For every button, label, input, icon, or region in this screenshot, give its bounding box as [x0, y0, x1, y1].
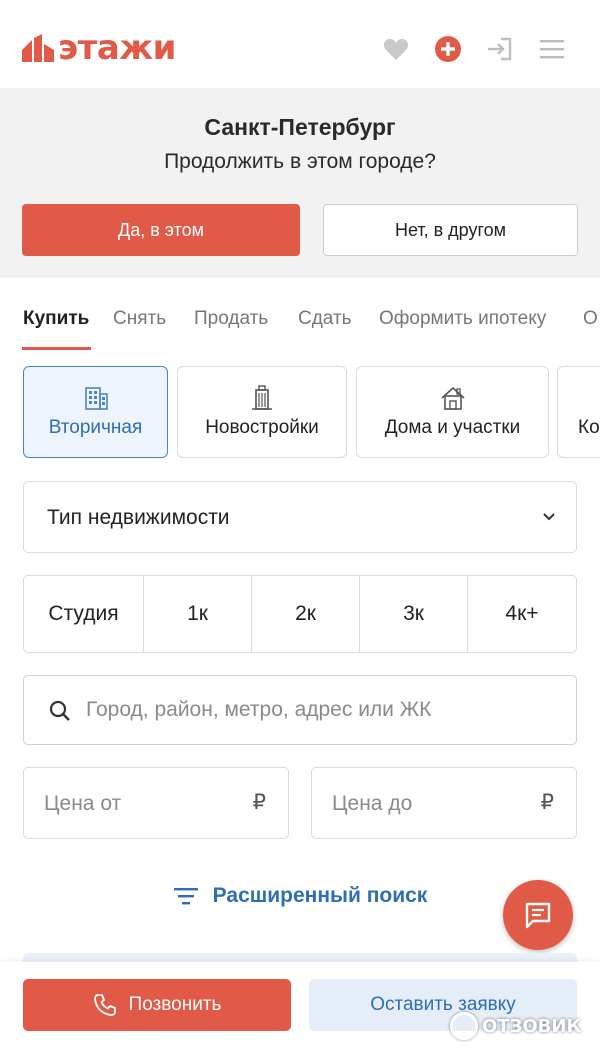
login-icon — [488, 37, 512, 61]
location-search-box — [23, 675, 577, 745]
logo-text: этажи — [58, 28, 176, 68]
watermark-text: ОТЗОВИК — [482, 1015, 582, 1037]
tab-buy[interactable]: Купить — [23, 308, 89, 330]
menu-icon — [540, 40, 564, 59]
call-button-label: Позвонить — [128, 994, 222, 1015]
city-question: Продолжить в этом городе? — [164, 150, 436, 173]
otzovik-watermark: ОТЗОВИК — [450, 1008, 581, 1044]
room-option-1k[interactable]: 1к — [144, 576, 252, 652]
city-confirmation-banner: Санкт-Петербург Продолжить в этом городе… — [0, 88, 600, 278]
category-new-buildings[interactable]: Новостройки — [177, 366, 347, 458]
price-to-input[interactable] — [332, 784, 532, 824]
room-option-2k[interactable]: 2к — [252, 576, 360, 652]
category-secondary[interactable]: Вторичная — [23, 366, 168, 458]
phone-icon — [93, 994, 116, 1016]
logo[interactable]: этажи — [22, 30, 176, 66]
header: этажи — [0, 0, 600, 88]
chat-icon — [525, 902, 551, 929]
add-listing-button[interactable] — [433, 34, 463, 64]
room-option-4k-plus[interactable]: 4к+ — [468, 576, 576, 652]
category-houses-and-plots[interactable]: Дома и участки — [356, 366, 549, 458]
ruble-sign: ₽ — [540, 791, 554, 814]
category-commercial[interactable]: Ко — [557, 366, 600, 458]
deal-type-tabs: Купить Снять Продать Сдать Оформить ипот… — [0, 300, 600, 352]
tab-more[interactable]: О — [583, 308, 598, 330]
favorites-button[interactable] — [381, 34, 411, 64]
skyscraper-icon — [252, 385, 272, 410]
building-icon — [84, 387, 108, 410]
chat-button[interactable] — [503, 880, 573, 950]
logo-building-icon — [22, 34, 54, 62]
category-label: Дома и участки — [384, 417, 521, 438]
rooms-selector: Студия 1к 2к 3к 4к+ — [23, 575, 577, 653]
chevron-down-icon — [543, 513, 555, 521]
city-name: Санкт-Петербург — [204, 114, 396, 140]
login-button[interactable] — [485, 34, 515, 64]
price-from-field: ₽ — [23, 767, 289, 839]
filter-icon — [173, 888, 198, 905]
add-circle-icon — [435, 36, 461, 62]
location-search-input[interactable] — [86, 690, 556, 730]
category-label: Новостройки — [205, 417, 319, 438]
category-label: Ко — [578, 417, 600, 438]
advanced-search-label: Расширенный поиск — [212, 884, 428, 907]
call-button[interactable]: Позвонить — [23, 979, 291, 1031]
heart-icon — [383, 39, 409, 60]
change-city-button[interactable]: Нет, в другом — [323, 204, 578, 256]
tab-mortgage[interactable]: Оформить ипотеку — [379, 308, 546, 330]
menu-button[interactable] — [537, 34, 567, 64]
price-from-input[interactable] — [44, 784, 244, 824]
tab-rent[interactable]: Снять — [113, 308, 166, 330]
price-to-field: ₽ — [311, 767, 577, 839]
search-icon — [49, 700, 70, 721]
room-option-studio[interactable]: Студия — [24, 576, 144, 652]
watermark-logo-icon — [450, 1012, 478, 1040]
active-tab-indicator — [22, 347, 91, 350]
property-type-select[interactable]: Тип недвижимости — [23, 481, 577, 553]
house-icon — [440, 386, 465, 410]
property-type-label: Тип недвижимости — [47, 506, 230, 529]
tab-rent-out[interactable]: Сдать — [298, 308, 352, 330]
category-label: Вторичная — [48, 417, 143, 438]
tab-sell[interactable]: Продать — [194, 308, 268, 330]
room-option-3k[interactable]: 3к — [360, 576, 468, 652]
confirm-city-button[interactable]: Да, в этом — [22, 204, 300, 256]
ruble-sign: ₽ — [252, 791, 266, 814]
